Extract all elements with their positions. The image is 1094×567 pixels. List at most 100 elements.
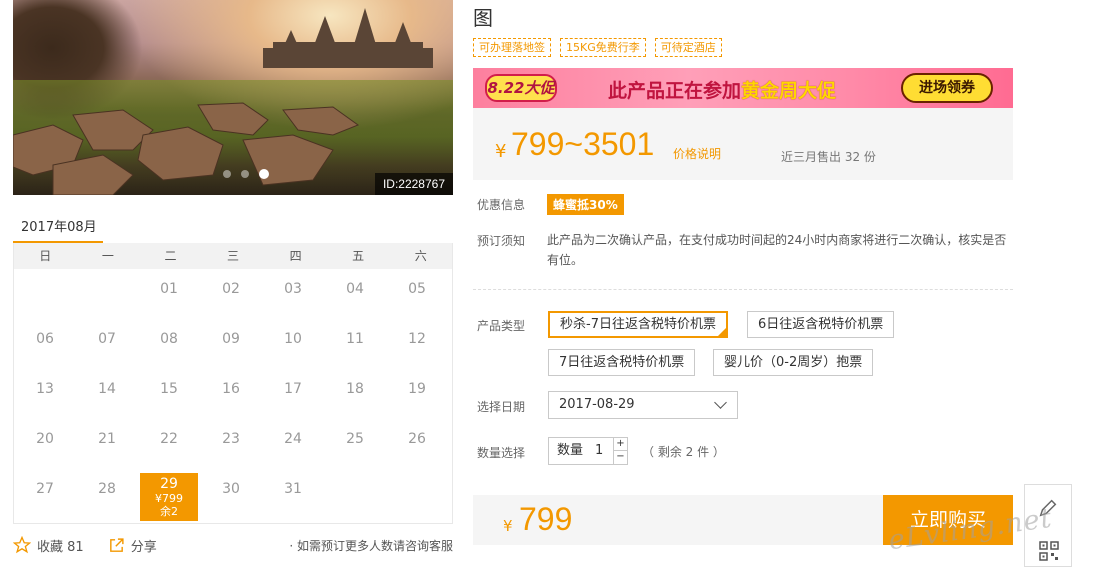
buy-currency: ¥ — [503, 517, 513, 535]
remaining-stock: （ 剩余 2 件 ） — [642, 445, 725, 459]
buy-amount: 799 — [519, 501, 573, 537]
calendar-day[interactable]: 11 — [324, 321, 386, 371]
calendar-day-empty — [14, 271, 76, 321]
slide-dot[interactable] — [223, 170, 231, 178]
calendar-weekday-header: 日一二三四五六 — [14, 243, 452, 269]
calendar-day-empty — [386, 471, 448, 521]
calendar-day[interactable]: 03 — [262, 271, 324, 321]
calendar-day[interactable]: 21 — [76, 421, 138, 471]
calendar-day[interactable]: 08 — [138, 321, 200, 371]
calendar-month-tab[interactable]: 2017年08月 — [13, 208, 103, 244]
calendar-day[interactable]: 23 — [200, 421, 262, 471]
calendar-day[interactable]: 25 — [324, 421, 386, 471]
calendar-day[interactable]: 19 — [386, 371, 448, 421]
product-tag: 可办理落地签 — [473, 38, 551, 57]
qr-code-icon[interactable] — [1039, 541, 1059, 561]
calendar-day[interactable]: 09 — [200, 321, 262, 371]
notice-label: 预订须知 — [477, 234, 526, 248]
calendar-day-empty — [76, 271, 138, 321]
calendar-day[interactable]: 12 — [386, 321, 448, 371]
calendar-day[interactable]: 16 — [200, 371, 262, 421]
calendar: 日 一 二 三 四 五 六 01 02 03 04 05 06 07 08 09 10 11 12 13 14 15 16… — [13, 243, 453, 524]
promo-cta-button[interactable]: 进场领券 — [901, 73, 993, 103]
left-footer: 收藏 81 分享 · 如需预订更多人数请咨询客服 — [13, 534, 453, 556]
calendar-day-selected[interactable]: 29 ¥799 余2 — [140, 473, 198, 521]
promo-message: 此产品正在参加黄金周大促 — [608, 76, 836, 103]
date-select-value: 2017-08-29 — [559, 397, 635, 412]
calendar-grid: 01 02 03 04 05 06 07 08 09 10 11 12 13 14 15 16 17 18 19 20… — [14, 269, 452, 521]
product-title: 图 — [473, 6, 493, 30]
discount-badge: 蜂蜜抵30% — [547, 194, 624, 215]
date-select[interactable]: 2017-08-29 — [548, 391, 738, 419]
product-tags: 可办理落地签 15KG免费行李 可待定酒店 — [473, 38, 722, 57]
notice-text: 此产品为二次确认产品，在支付成功时间起的24小时内商家将进行二次确认，核实是否有… — [547, 233, 1007, 267]
quantity-minus-button[interactable]: − — [613, 451, 627, 464]
favorite-label: 收藏 81 — [37, 539, 84, 555]
quantity-plus-button[interactable]: + — [613, 438, 627, 451]
currency-symbol: ¥ — [495, 141, 507, 162]
quantity-prefix: 数量 — [557, 443, 584, 458]
promo-message-highlight: 黄金周大促 — [741, 80, 837, 102]
calendar-day-empty — [324, 471, 386, 521]
favorite-button[interactable]: 收藏 81 — [13, 536, 84, 555]
hero-rocks — [13, 102, 360, 195]
price-panel: ¥ 799~3501 价格说明 近三月售出 32 份 — [473, 108, 1013, 180]
product-type-option[interactable]: 7日往返含税特价机票 — [548, 349, 696, 376]
quantity-stepper[interactable]: 数量 1 + − — [548, 437, 628, 465]
weekday-label: 五 — [352, 249, 365, 263]
calendar-day[interactable]: 07 — [76, 321, 138, 371]
product-tag: 15KG免费行李 — [560, 38, 646, 57]
calendar-day[interactable]: 01 — [138, 271, 200, 321]
calendar-day[interactable]: 06 — [14, 321, 76, 371]
chevron-down-icon — [714, 396, 727, 409]
quantity-label: 数量选择 — [477, 446, 526, 460]
calendar-day[interactable]: 20 — [14, 421, 76, 471]
calendar-day[interactable]: 27 — [14, 471, 76, 521]
calendar-day[interactable]: 10 — [262, 321, 324, 371]
selected-check-icon — [716, 327, 727, 337]
product-type-option-selected[interactable]: 秒杀-7日往返含税特价机票 — [548, 311, 728, 338]
date-label: 选择日期 — [477, 400, 526, 414]
section-divider — [473, 289, 1013, 290]
calendar-day[interactable]: 28 — [76, 471, 138, 521]
product-type-label: 产品类型 — [477, 319, 526, 333]
promo-badge: 8.22大促 — [485, 74, 557, 102]
share-icon — [109, 537, 124, 552]
calendar-day[interactable]: 30 — [200, 471, 262, 521]
promo-banner[interactable]: 8.22大促 此产品正在参加黄金周大促 进场领券 — [473, 68, 1013, 108]
consult-note[interactable]: · 如需预订更多人数请咨询客服 — [289, 537, 453, 554]
weekday-label: 一 — [101, 249, 114, 263]
weekday-label: 三 — [227, 249, 240, 263]
calendar-day[interactable]: 05 — [386, 271, 448, 321]
calendar-day-stock: 余2 — [160, 505, 178, 518]
calendar-day[interactable]: 24 — [262, 421, 324, 471]
calendar-day[interactable]: 13 — [14, 371, 76, 421]
calendar-day[interactable]: 18 — [324, 371, 386, 421]
calendar-day[interactable]: 22 — [138, 421, 200, 471]
calendar-day[interactable]: 17 — [262, 371, 324, 421]
weekday-label: 六 — [414, 249, 427, 263]
calendar-day[interactable]: 31 — [262, 471, 324, 521]
price-range: 799~3501 — [511, 126, 655, 162]
share-button[interactable]: 分享 — [108, 536, 157, 555]
sold-count: 近三月售出 32 份 — [781, 150, 876, 164]
product-type-option[interactable]: 婴儿价（0-2周岁）抱票 — [713, 349, 874, 376]
image-id-tag: ID:2228767 — [374, 173, 453, 195]
slide-dot[interactable] — [241, 170, 249, 178]
product-tag: 可待定酒店 — [654, 38, 722, 57]
product-type-option[interactable]: 6日往返含税特价机票 — [747, 311, 895, 338]
product-type-option-label: 秒杀-7日往返含税特价机票 — [560, 317, 716, 332]
price-explain-link[interactable]: 价格说明 — [673, 145, 721, 162]
discount-label: 优惠信息 — [477, 198, 526, 212]
star-icon — [13, 536, 31, 554]
calendar-day[interactable]: 15 — [138, 371, 200, 421]
calendar-day[interactable]: 26 — [386, 421, 448, 471]
slide-dot-active[interactable] — [259, 169, 269, 179]
weekday-label: 四 — [289, 249, 302, 263]
product-hero-image[interactable]: ID:2228767 — [13, 0, 453, 195]
quantity-value[interactable]: 1 — [595, 438, 603, 464]
calendar-day[interactable]: 02 — [200, 271, 262, 321]
calendar-day[interactable]: 14 — [76, 371, 138, 421]
promo-message-prefix: 此产品正在参加 — [608, 80, 742, 102]
calendar-day[interactable]: 04 — [324, 271, 386, 321]
